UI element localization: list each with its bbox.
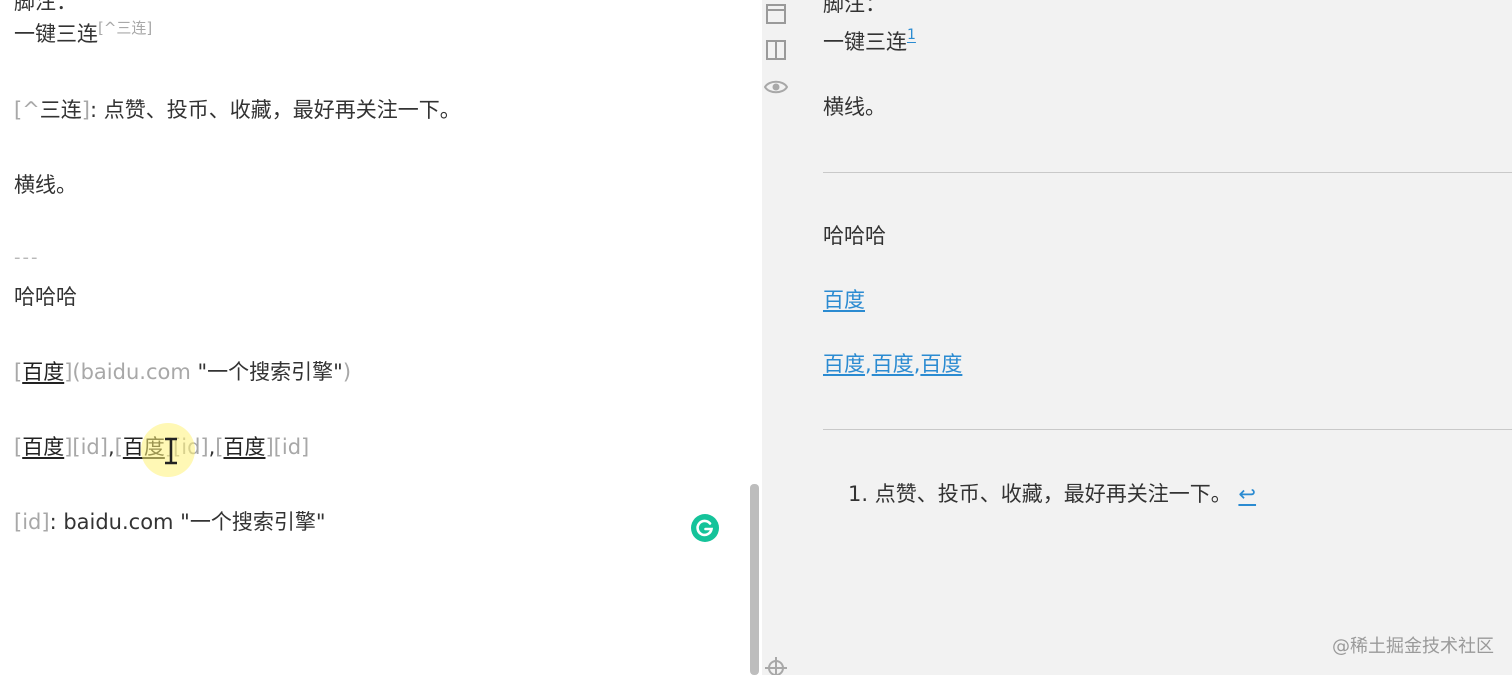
ref-definition-label: [id] <box>14 510 50 534</box>
grammarly-icon <box>696 519 714 537</box>
footnote-backref-icon[interactable]: ↩ <box>1238 482 1256 506</box>
preview-link-baidu[interactable]: 百度 <box>872 352 914 376</box>
editor-line-reference-definition: [id]: baidu.com "一个搜索引擎" <box>14 509 326 535</box>
preview-hengxian: 横线。 <box>823 95 886 119</box>
window-icon[interactable] <box>764 2 788 26</box>
editor-line-footnote-usage: 一键三连[^三连] <box>14 19 153 49</box>
ref-definition-text: : baidu.com "一个搜索引擎" <box>49 510 326 534</box>
split-view-icon[interactable] <box>764 38 788 62</box>
syntax-bracket: [ <box>14 435 23 459</box>
footnote-label: 三连 <box>39 98 82 122</box>
preview-ref-links-line: 百度,百度,百度 <box>823 351 962 377</box>
syntax-bracket: [ <box>114 435 123 459</box>
syntax-bracket: [ <box>14 360 23 384</box>
preview-link-line: 百度 <box>823 287 865 313</box>
editor-line-footnote-heading: 脚注： <box>14 0 77 14</box>
editor-line-inline-link: [百度](baidu.com "一个搜索引擎") <box>14 359 351 385</box>
preview-eye-icon[interactable] <box>764 75 788 99</box>
comma: , <box>865 352 872 376</box>
syntax-bracket: [^ <box>14 98 40 122</box>
footnote-definition-text: : 点赞、投币、收藏，最好再关注一下。 <box>90 98 461 122</box>
preview-footnote-usage: 一键三连1 <box>823 27 916 58</box>
preview-text: 一键三连 <box>823 30 907 54</box>
watermark: @稀土掘金技术社区 <box>1332 636 1494 657</box>
sync-scroll-icon[interactable] <box>764 656 788 675</box>
footnote-superscript-link[interactable]: 1 <box>907 27 916 43</box>
markdown-preview-pane: 脚注： 一键三连1 横线。 哈哈哈 百度 百度,百度,百度 1. 点赞、投币、收… <box>762 0 1512 675</box>
syntax-bracket: ] <box>81 98 90 122</box>
editor-text: 一键三连 <box>14 22 98 46</box>
preview-hahaha: 哈哈哈 <box>823 224 886 248</box>
link-text: 百度 <box>22 360 65 384</box>
ref-link-id: ][id] <box>265 435 310 459</box>
ref-link-text: 百度 <box>223 435 266 459</box>
editor-line-footnote-definition: [^三连]: 点赞、投币、收藏，最好再关注一下。 <box>14 97 461 123</box>
preview-footnote-heading: 脚注： <box>823 0 886 16</box>
ref-link-id: ][id] <box>64 435 108 459</box>
link-url: (baidu.com <box>72 360 198 384</box>
syntax-paren: ) <box>342 360 352 384</box>
editor-line-hengxian: 横线。 <box>14 173 77 197</box>
preview-link-baidu[interactable]: 百度 <box>823 288 865 312</box>
preview-horizontal-rule <box>823 172 1512 173</box>
preview-link-baidu[interactable]: 百度 <box>823 352 865 376</box>
editor-scrollbar-thumb[interactable] <box>750 484 759 675</box>
footnote-number: 1. <box>848 482 869 506</box>
footnote-text: 点赞、投币、收藏，最好再关注一下。 <box>874 482 1232 506</box>
comma: , <box>107 435 115 459</box>
editor-hr-syntax: --- <box>14 247 40 268</box>
footnotes-separator <box>823 429 1512 430</box>
ref-link-text: 百度 <box>22 435 65 459</box>
editor-line-hahaha: 哈哈哈 <box>14 285 77 309</box>
link-title: "一个搜索引擎" <box>197 360 343 384</box>
markdown-editor-pane[interactable]: 脚注： 一键三连[^三连] [^三连]: 点赞、投币、收藏，最好再关注一下。 横… <box>0 0 760 675</box>
footnote-list-item: 1. 点赞、投币、收藏，最好再关注一下。 ↩ <box>848 481 1256 507</box>
preview-link-baidu[interactable]: 百度 <box>920 352 962 376</box>
text-cursor-icon <box>165 437 177 465</box>
grammarly-button[interactable] <box>691 514 719 542</box>
footnote-ref-syntax: [^三连] <box>98 19 153 37</box>
